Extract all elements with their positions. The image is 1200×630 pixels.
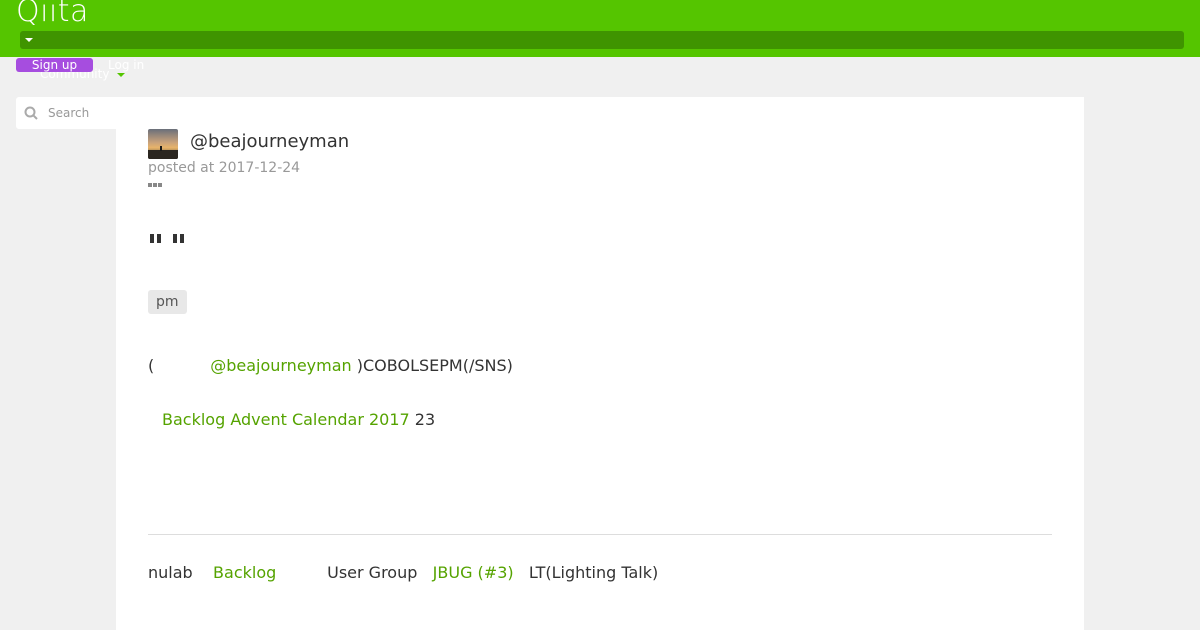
divider [148,534,1052,535]
caret-down-icon[interactable] [25,38,33,42]
more-icon[interactable] [148,183,162,187]
user-group-text: User Group [327,563,418,582]
backlog-link[interactable]: Backlog [213,563,276,582]
paren-open: ( [148,356,155,375]
jbug-link[interactable]: JBUG (#3) [433,563,514,582]
posted-date: posted at 2017-12-24 [148,160,301,176]
login-link[interactable]: Log in [108,58,144,72]
site-header: Qiita [0,0,1200,57]
tag-pm[interactable]: pm [148,290,187,314]
intro-text: )COBOLSEPM(/SNS) [356,356,513,375]
author-username[interactable]: @beajourneyman [190,131,349,152]
search-box[interactable] [16,97,118,129]
article-container: @beajourneyman posted at 2017-12-24 pm (… [116,97,1084,630]
advent-calendar-link[interactable]: Backlog Advent Calendar 2017 [162,410,410,429]
header-menu-bar[interactable] [20,31,1184,49]
footer-paragraph: nulab Backlog User Group JBUG (#3) LT(Li… [148,563,658,582]
article-title [150,234,184,243]
search-icon [24,106,38,120]
company-name: nulab [148,563,193,582]
calendar-paragraph: Backlog Advent Calendar 2017 23 [162,410,435,429]
author-avatar[interactable] [148,129,178,159]
signup-button[interactable]: Sign up [16,58,93,72]
calendar-day: 23 [414,410,436,429]
intro-paragraph: ( @beajourneyman )COBOLSEPM(/SNS) [148,356,513,375]
caret-down-icon[interactable] [117,73,125,77]
author-link[interactable]: @beajourneyman [210,356,351,375]
search-input[interactable] [48,104,118,122]
qiita-logo[interactable]: Qiita [16,0,89,29]
lt-text: LT(Lighting Talk) [528,563,659,582]
